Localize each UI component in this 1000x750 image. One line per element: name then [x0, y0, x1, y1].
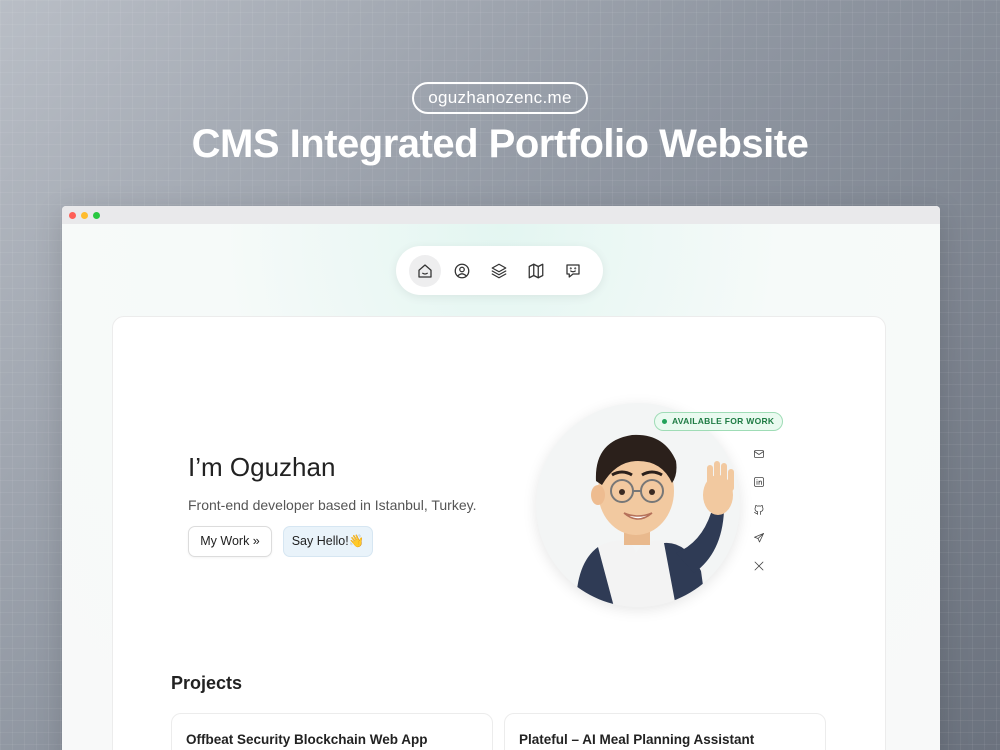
browser-titlebar	[62, 206, 940, 224]
github-link[interactable]	[753, 504, 765, 516]
project-card-2[interactable]: Plateful – AI Meal Planning Assistant	[504, 713, 826, 750]
say-hello-button[interactable]: Say Hello!👋	[283, 526, 373, 557]
email-link[interactable]	[753, 448, 765, 460]
mail-icon	[754, 450, 764, 458]
avatar	[536, 403, 740, 607]
user-circle-icon	[454, 263, 470, 278]
nav-map[interactable]	[520, 255, 552, 287]
browser-window: I’m Oguzhan Front-end developer based in…	[62, 206, 940, 750]
linkedin-link[interactable]	[753, 476, 765, 488]
layers-icon	[491, 263, 507, 278]
nav-home[interactable]	[409, 254, 441, 287]
linkedin-icon	[754, 477, 764, 487]
memoji-avatar-illustration	[576, 434, 734, 607]
nav-about[interactable]	[446, 255, 478, 287]
nav-contact[interactable]	[557, 255, 589, 287]
project-card-1[interactable]: Offbeat Security Blockchain Web App	[171, 713, 493, 750]
github-icon	[754, 505, 764, 515]
message-smile-icon	[566, 263, 580, 278]
home-icon	[418, 263, 432, 278]
hero-greeting: I’m Oguzhan	[188, 452, 336, 482]
my-work-button[interactable]: My Work »	[188, 526, 272, 557]
page-headline: CMS Integrated Portfolio Website	[191, 122, 809, 166]
availability-badge: AVAILABLE FOR WORK	[654, 412, 784, 431]
site-viewport: I’m Oguzhan Front-end developer based in…	[62, 224, 940, 750]
hero-tagline: Front-end developer based in Istanbul, T…	[188, 497, 477, 513]
projects-heading: Projects	[171, 673, 243, 693]
telegram-link[interactable]	[753, 532, 765, 544]
minimize-window-dot[interactable]	[81, 211, 88, 219]
close-window-dot[interactable]	[69, 211, 76, 219]
main-card: I’m Oguzhan Front-end developer based in…	[112, 316, 886, 750]
nav-projects[interactable]	[483, 255, 515, 287]
top-nav	[396, 246, 603, 295]
x-link[interactable]	[753, 560, 765, 572]
social-links	[753, 448, 765, 572]
telegram-icon	[754, 533, 764, 543]
domain-pill: oguzhanozenc.me	[412, 82, 588, 114]
map-icon	[528, 263, 544, 278]
x-icon	[754, 561, 764, 571]
maximize-window-dot[interactable]	[93, 211, 100, 219]
